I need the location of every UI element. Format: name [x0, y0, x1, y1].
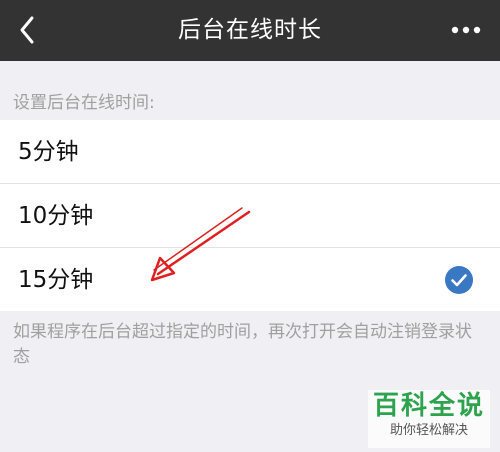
option-label: 5分钟: [18, 139, 79, 165]
option-label: 10分钟: [18, 203, 94, 229]
footnote-text: 如果程序在后台超过指定的时间，再次打开会自动注销登录状态: [13, 322, 472, 367]
section-header: 设置后台在线时间:: [13, 93, 155, 113]
more-horizontal-icon: [451, 26, 481, 34]
option-10-minutes[interactable]: 10分钟: [0, 184, 500, 248]
option-15-minutes[interactable]: 15分钟: [0, 248, 500, 311]
navigation-bar: 后台在线时长: [0, 0, 500, 61]
watermark-subtitle: 助你轻松解决: [389, 423, 468, 438]
more-button[interactable]: [446, 15, 486, 45]
watermark-title: 百科全说: [372, 391, 485, 421]
option-5-minutes[interactable]: 5分钟: [0, 120, 500, 184]
watermark-logo: 百科全说 助你轻松解决: [368, 390, 490, 448]
checkmark-icon: [445, 266, 473, 294]
page-title: 后台在线时长: [178, 17, 322, 43]
duration-options-list: 5分钟 10分钟 15分钟: [0, 120, 500, 311]
option-label: 15分钟: [18, 267, 94, 293]
